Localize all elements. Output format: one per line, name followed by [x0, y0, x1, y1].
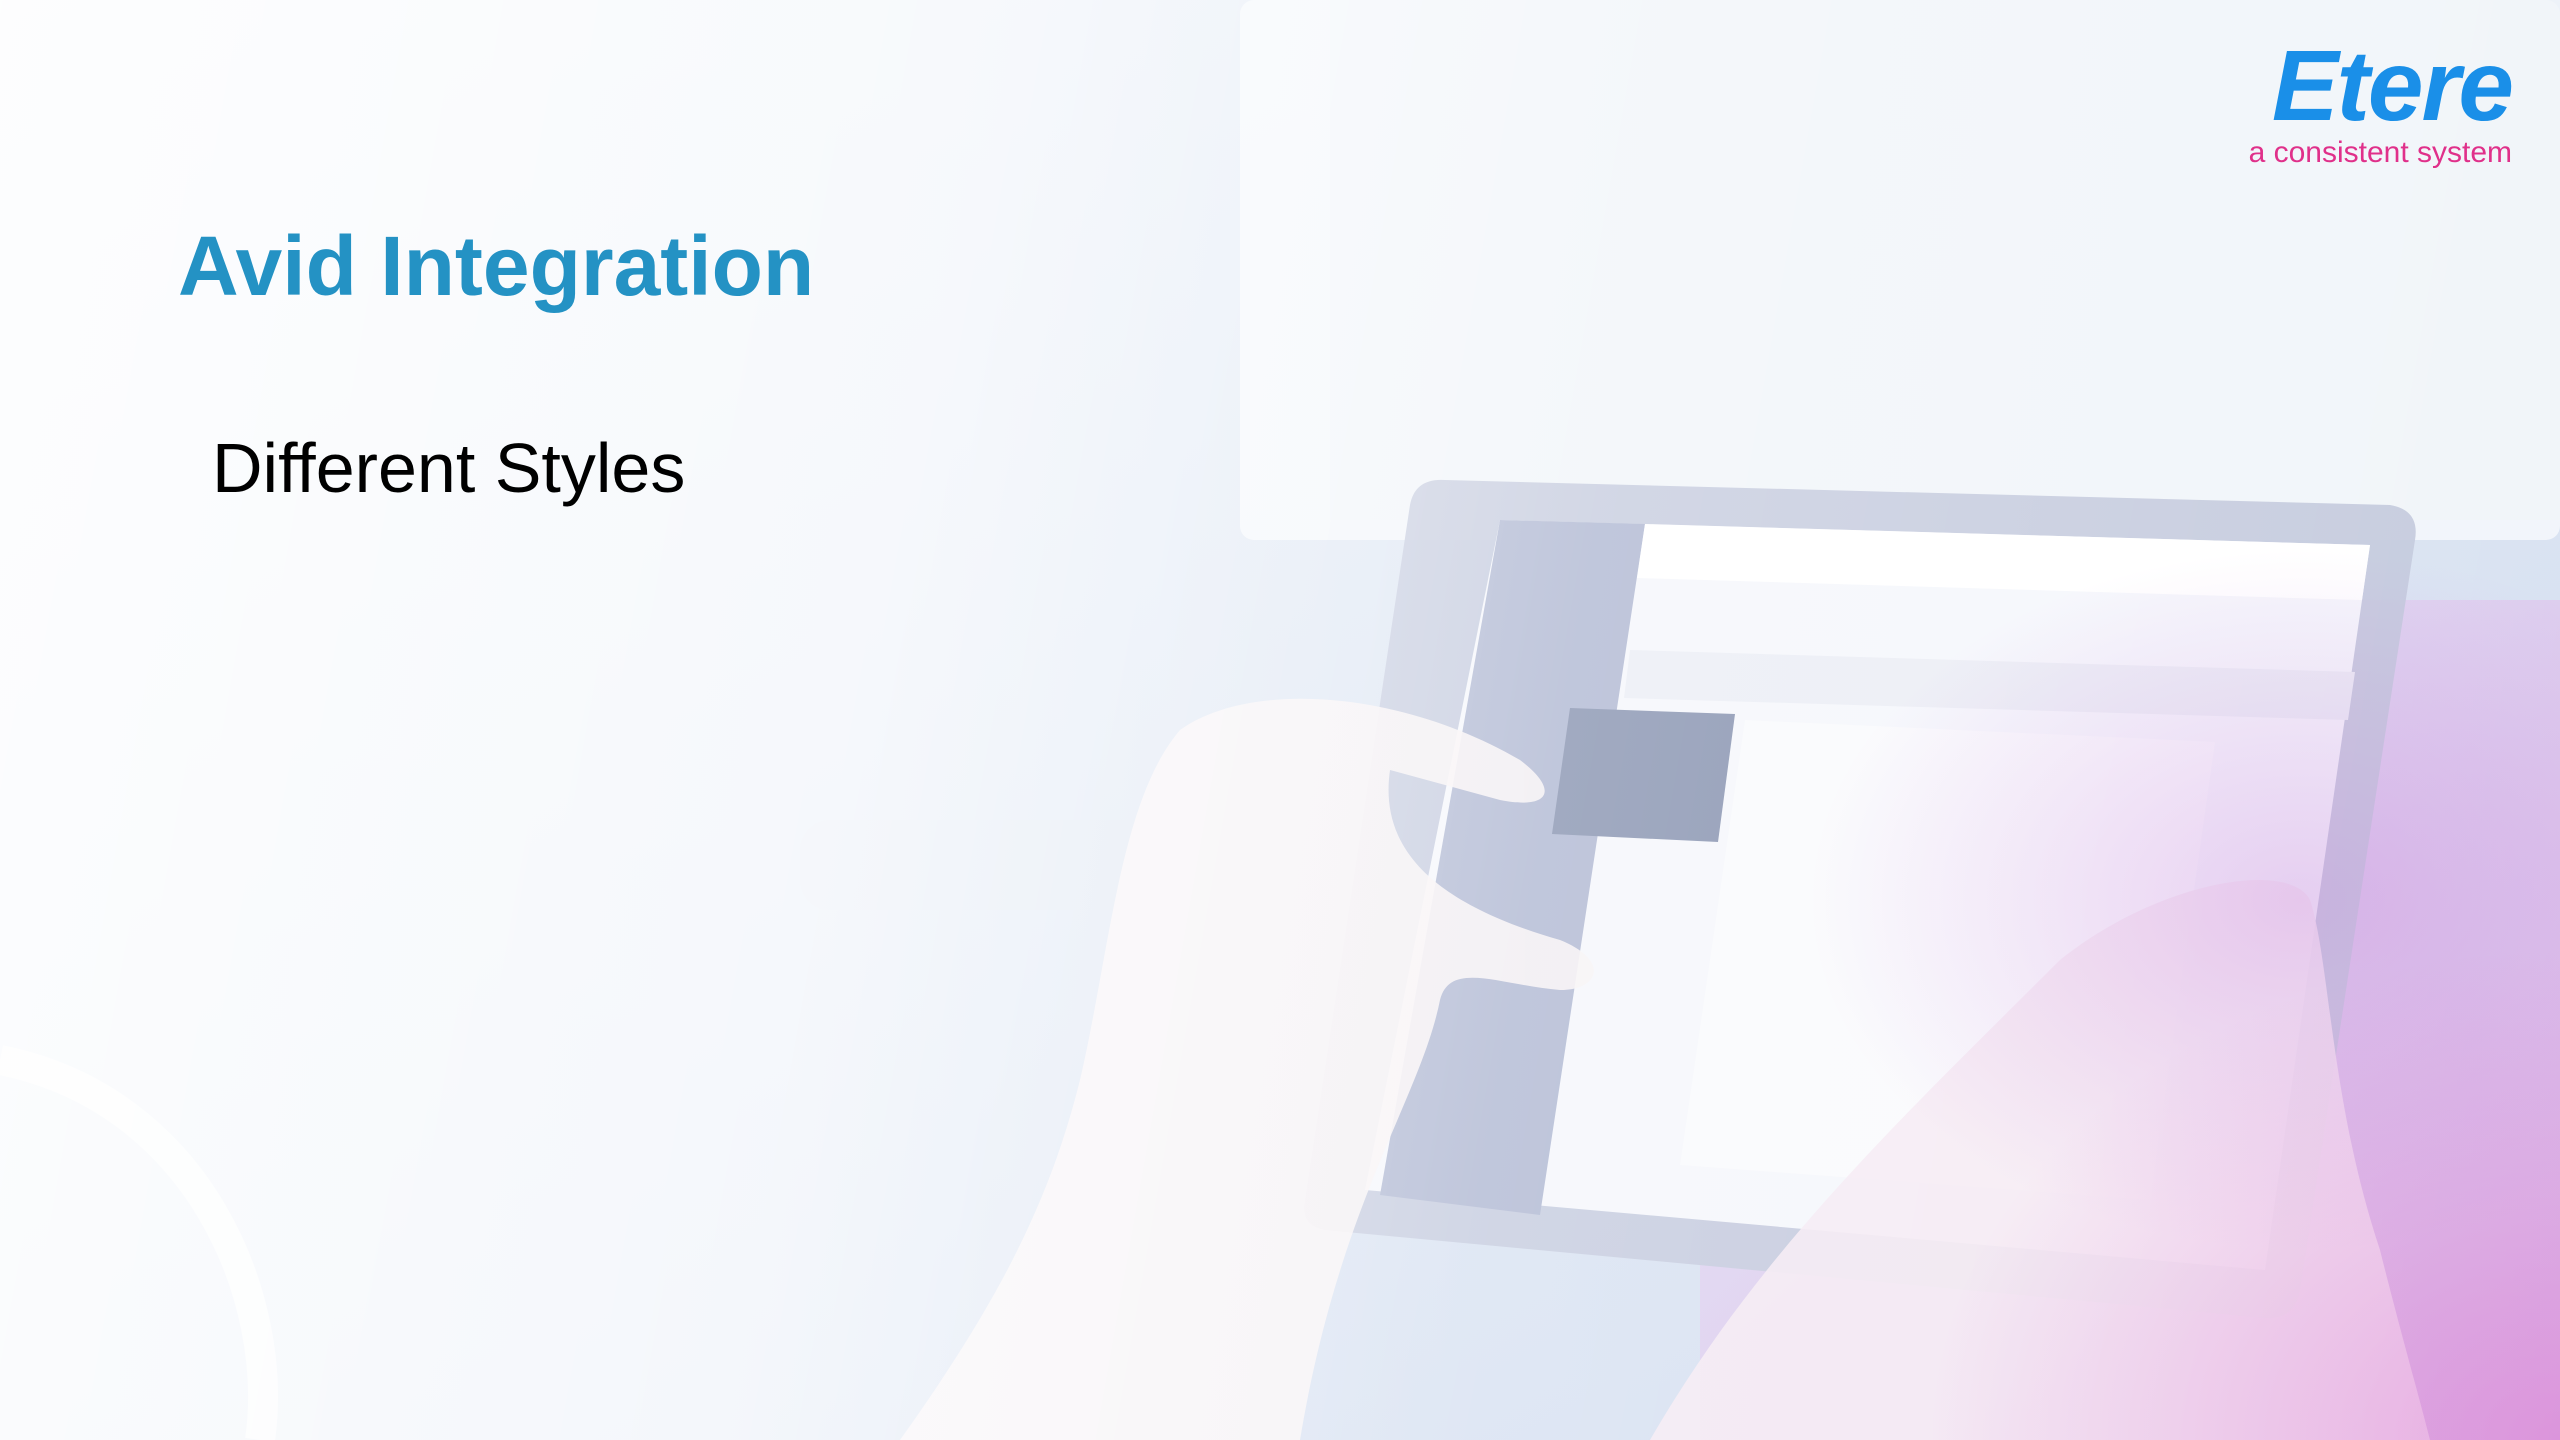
color-overlay [0, 0, 2560, 1440]
logo-wordmark: Etere [2271, 30, 2514, 142]
slide-subtitle: Different Styles [212, 429, 686, 507]
slide-title: Avid Integration [178, 219, 815, 313]
etere-logo: Etere a consistent system [2248, 30, 2514, 170]
logo-tagline: a consistent system [2248, 136, 2512, 169]
